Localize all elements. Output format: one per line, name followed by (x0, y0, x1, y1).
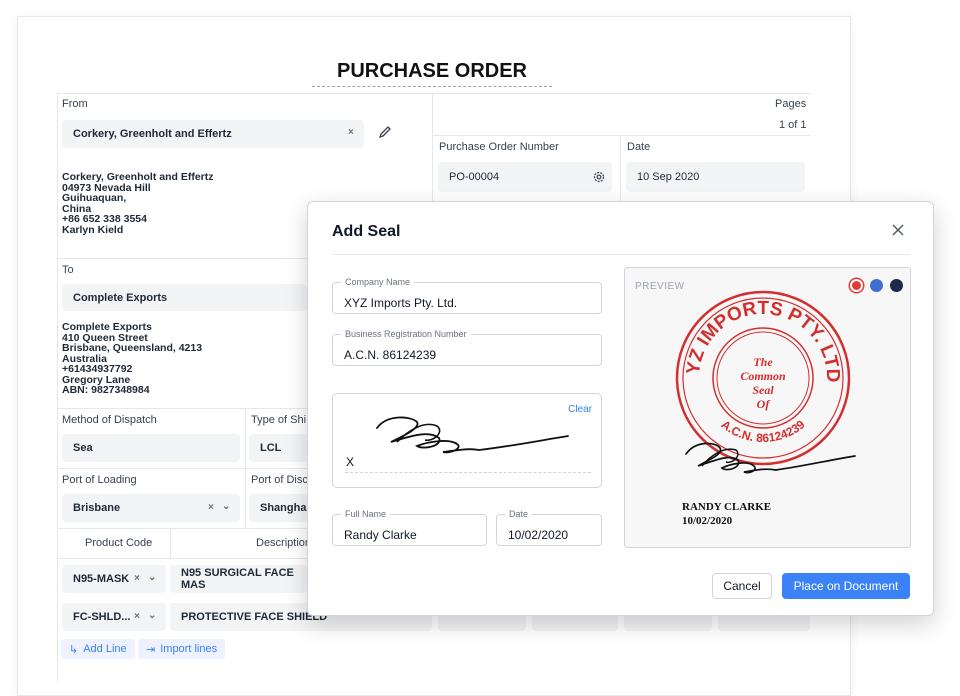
company-name-field[interactable]: Company Name XYZ Imports Pty. Ltd. (332, 277, 602, 314)
product-code: FC-SHLD... (73, 611, 131, 623)
pencil-icon[interactable] (378, 125, 392, 139)
shipment-label: Type of Shi (251, 414, 307, 426)
from-value: Corkery, Greenholt and Effertz (73, 128, 232, 140)
from-select[interactable]: Corkery, Greenholt and Effertz × (62, 120, 364, 148)
seal-center-line: Common (740, 369, 786, 383)
chevron-down-icon[interactable]: ⌄ (148, 610, 156, 621)
divider (57, 93, 810, 94)
clear-icon[interactable]: × (134, 573, 140, 584)
company-name-label: Company Name (341, 277, 415, 287)
import-lines-label: Import lines (160, 643, 218, 655)
full-name-value: Randy Clarke (344, 528, 417, 542)
cancel-button[interactable]: Cancel (712, 573, 772, 599)
date-value: 10 Sep 2020 (637, 171, 700, 183)
discharge-label: Port of Disc (251, 474, 308, 486)
to-value: Complete Exports (73, 291, 168, 304)
modal-title: Add Seal (332, 223, 401, 240)
date-field[interactable]: 10 Sep 2020 (626, 162, 805, 192)
modal-divider (332, 254, 911, 255)
add-line-button[interactable]: ↳ Add Line (61, 639, 135, 659)
divider (620, 135, 621, 203)
to-label: To (62, 264, 74, 276)
date-label: Date (627, 141, 651, 153)
seal-preview: PREVIEW XYZ IMPORTS PTY. LTD. A.C.N. 861… (624, 267, 911, 548)
description-field[interactable]: N95 SURGICAL FACE MAS (170, 565, 307, 593)
signature-pad[interactable]: Clear X (332, 393, 602, 488)
table-row[interactable]: N95-MASK × ⌄ (62, 565, 166, 593)
full-name-field[interactable]: Full Name Randy Clarke (332, 509, 487, 546)
loading-label: Port of Loading (62, 474, 137, 486)
seal-signer-date: 10/02/2020 (682, 515, 733, 527)
divider (57, 408, 307, 409)
brn-field[interactable]: Business Registration Number A.C.N. 8612… (332, 329, 602, 366)
divider (170, 528, 171, 558)
import-lines-button[interactable]: ⇥ Import lines (138, 639, 226, 659)
divider (57, 528, 307, 529)
gear-icon[interactable] (592, 170, 606, 184)
product-description: N95 SURGICAL FACE MAS (181, 567, 294, 591)
divider (57, 468, 307, 469)
seal-center-line: Seal (752, 383, 774, 397)
seal-signer-name: RANDY CLARKE (682, 501, 772, 513)
loading-select[interactable]: Brisbane × ⌄ (62, 494, 240, 522)
clear-icon[interactable]: × (348, 127, 354, 138)
seal-date-label: Date (505, 509, 533, 519)
product-code: N95-MASK (73, 573, 130, 585)
document-title: PURCHASE ORDER (312, 60, 552, 87)
divider (57, 558, 307, 559)
add-line-label: Add Line (83, 643, 127, 655)
shipment-value: LCL (260, 442, 282, 454)
pages-label: Pages (775, 98, 807, 110)
chevron-down-icon[interactable]: ⌄ (148, 572, 156, 583)
dispatch-value: Sea (73, 442, 93, 454)
loading-value: Brisbane (73, 502, 121, 514)
divider (432, 93, 433, 203)
pages-value: 1 of 1 (779, 119, 807, 131)
divider (57, 258, 307, 259)
chevron-down-icon[interactable]: ⌄ (222, 501, 230, 512)
company-name-value: XYZ Imports Pty. Ltd. (344, 296, 458, 310)
add-line-icon: ↳ (69, 643, 79, 656)
product-description: PROTECTIVE FACE SHIELD (181, 611, 328, 623)
brn-label: Business Registration Number (341, 329, 471, 339)
divider (57, 93, 58, 681)
seal-date-value: 10/02/2020 (508, 528, 569, 542)
dispatch-label: Method of Dispatch (62, 414, 157, 426)
shipment-select[interactable]: LCL (249, 434, 307, 462)
brn-value: A.C.N. 86124239 (344, 348, 437, 362)
signature-line (345, 472, 591, 473)
po-number-value: PO-00004 (449, 171, 500, 183)
table-row[interactable]: FC-SHLD... × ⌄ (62, 603, 166, 631)
close-icon[interactable] (890, 222, 906, 238)
dispatch-select[interactable]: Sea (62, 434, 240, 462)
seal-date-field[interactable]: Date 10/02/2020 (496, 509, 602, 546)
column-product-code: Product Code (85, 537, 153, 549)
to-select[interactable]: Complete Exports (62, 284, 307, 311)
place-on-document-button[interactable]: Place on Document (782, 573, 910, 599)
signature-drawing (376, 416, 569, 454)
from-address: Corkery, Greenholt and Effertz 04973 Nev… (62, 171, 214, 236)
column-description: Description (256, 537, 312, 549)
discharge-value: Shanghai (260, 502, 310, 514)
clear-icon[interactable]: × (134, 611, 140, 622)
color-navy-swatch[interactable] (890, 279, 903, 292)
color-blue-swatch[interactable] (870, 279, 883, 292)
clear-icon[interactable]: × (208, 502, 214, 513)
signature-x-mark: X (346, 455, 355, 469)
po-number-label: Purchase Order Number (439, 141, 559, 153)
seal-signature-drawing (685, 442, 856, 474)
discharge-select[interactable]: Shanghai (249, 494, 310, 522)
po-number-field[interactable]: PO-00004 (438, 162, 612, 192)
from-label: From (62, 98, 88, 110)
seal-center-line: Of (757, 397, 771, 411)
full-name-label: Full Name (341, 509, 391, 519)
import-icon: ⇥ (146, 643, 156, 656)
to-address: Complete Exports 410 Queen Street Brisba… (62, 321, 203, 396)
add-seal-modal: Add Seal Company Name XYZ Imports Pty. L… (307, 201, 934, 616)
seal-center-line: The (753, 355, 773, 369)
divider (432, 135, 810, 136)
